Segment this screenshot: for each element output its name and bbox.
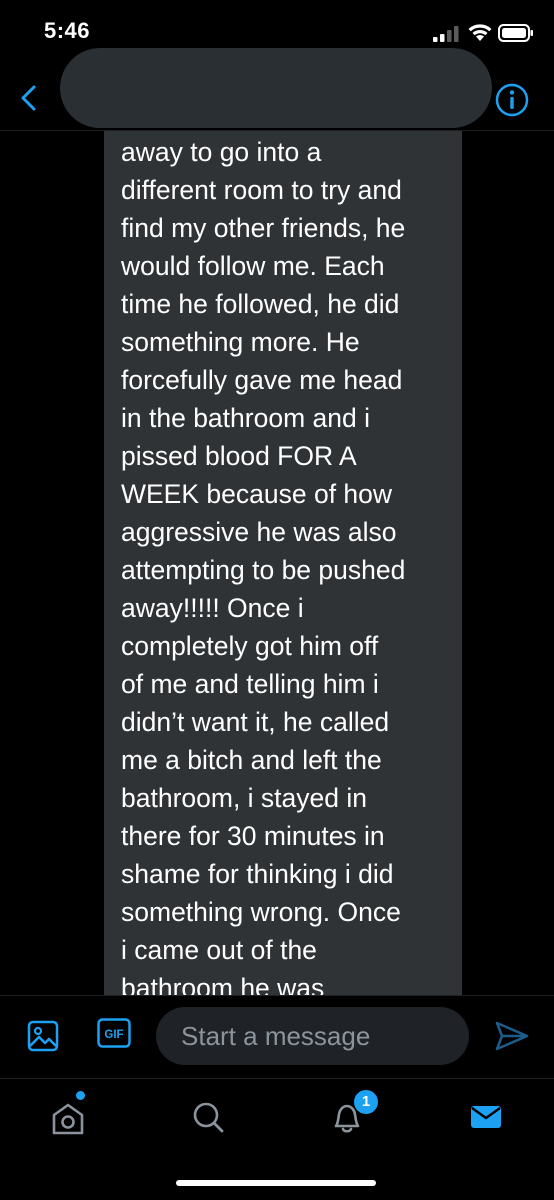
- notifications-badge: 1: [354, 1090, 378, 1114]
- message-line: aggressive he was also: [121, 517, 397, 547]
- message-line: forcefully gave me head: [121, 365, 403, 395]
- message-line: of me and telling him i: [121, 669, 379, 699]
- cellular-signal-icon: [433, 26, 459, 42]
- battery-icon: [498, 24, 533, 42]
- message-line: WEEK because of how: [121, 479, 393, 509]
- send-icon[interactable]: [494, 1020, 530, 1052]
- received-message-bubble[interactable]: away to go into a different room to try a…: [104, 131, 462, 995]
- message-line: something wrong. Once: [121, 897, 401, 927]
- message-line: bathroom he was: [121, 973, 325, 995]
- redacted-conversation-title[interactable]: [60, 48, 492, 128]
- home-icon[interactable]: [44, 1093, 92, 1141]
- message-composer: GIF: [0, 995, 554, 1078]
- back-chevron-icon[interactable]: [12, 80, 48, 116]
- message-line: away to go into a: [121, 137, 322, 167]
- message-line: i came out of the: [121, 935, 317, 965]
- message-line: pissed blood FOR A: [121, 441, 357, 471]
- message-line: would follow me. Each: [121, 251, 385, 281]
- message-line: shame for thinking i did: [121, 859, 394, 889]
- status-time: 5:46: [44, 18, 91, 43]
- wifi-icon: [468, 24, 492, 41]
- message-line: different room to try and: [121, 175, 402, 205]
- dm-conversation-screen: 5:46 away to go into a different room to…: [0, 0, 554, 1200]
- message-line: completely got him off: [121, 631, 379, 661]
- message-line: find my other friends, he: [121, 213, 406, 243]
- message-input[interactable]: [156, 1007, 469, 1065]
- search-icon[interactable]: [184, 1093, 232, 1141]
- image-icon[interactable]: [27, 1020, 59, 1052]
- home-indicator: [176, 1180, 376, 1186]
- message-line: time he followed, he did: [121, 289, 400, 319]
- message-line: bathroom, i stayed in: [121, 783, 367, 813]
- message-line: didn’t want it, he called: [121, 707, 390, 737]
- message-line: away!!!!! Once i: [121, 593, 304, 623]
- info-circle-icon[interactable]: [494, 82, 530, 118]
- message-line: something more. He: [121, 327, 360, 357]
- message-list[interactable]: away to go into a different room to try a…: [0, 131, 554, 995]
- message-line: there for 30 minutes in: [121, 821, 385, 851]
- gif-icon: GIF: [97, 1018, 131, 1048]
- gif-button[interactable]: GIF: [97, 1018, 131, 1048]
- message-line: attempting to be pushed: [121, 555, 406, 585]
- message-line: me a bitch and left the: [121, 745, 382, 775]
- mail-icon[interactable]: [462, 1093, 510, 1141]
- message-text: away to go into a different room to try a…: [121, 133, 448, 995]
- home-unread-dot: [76, 1091, 85, 1100]
- message-line: in the bathroom and i: [121, 403, 370, 433]
- gif-label: GIF: [104, 1029, 123, 1041]
